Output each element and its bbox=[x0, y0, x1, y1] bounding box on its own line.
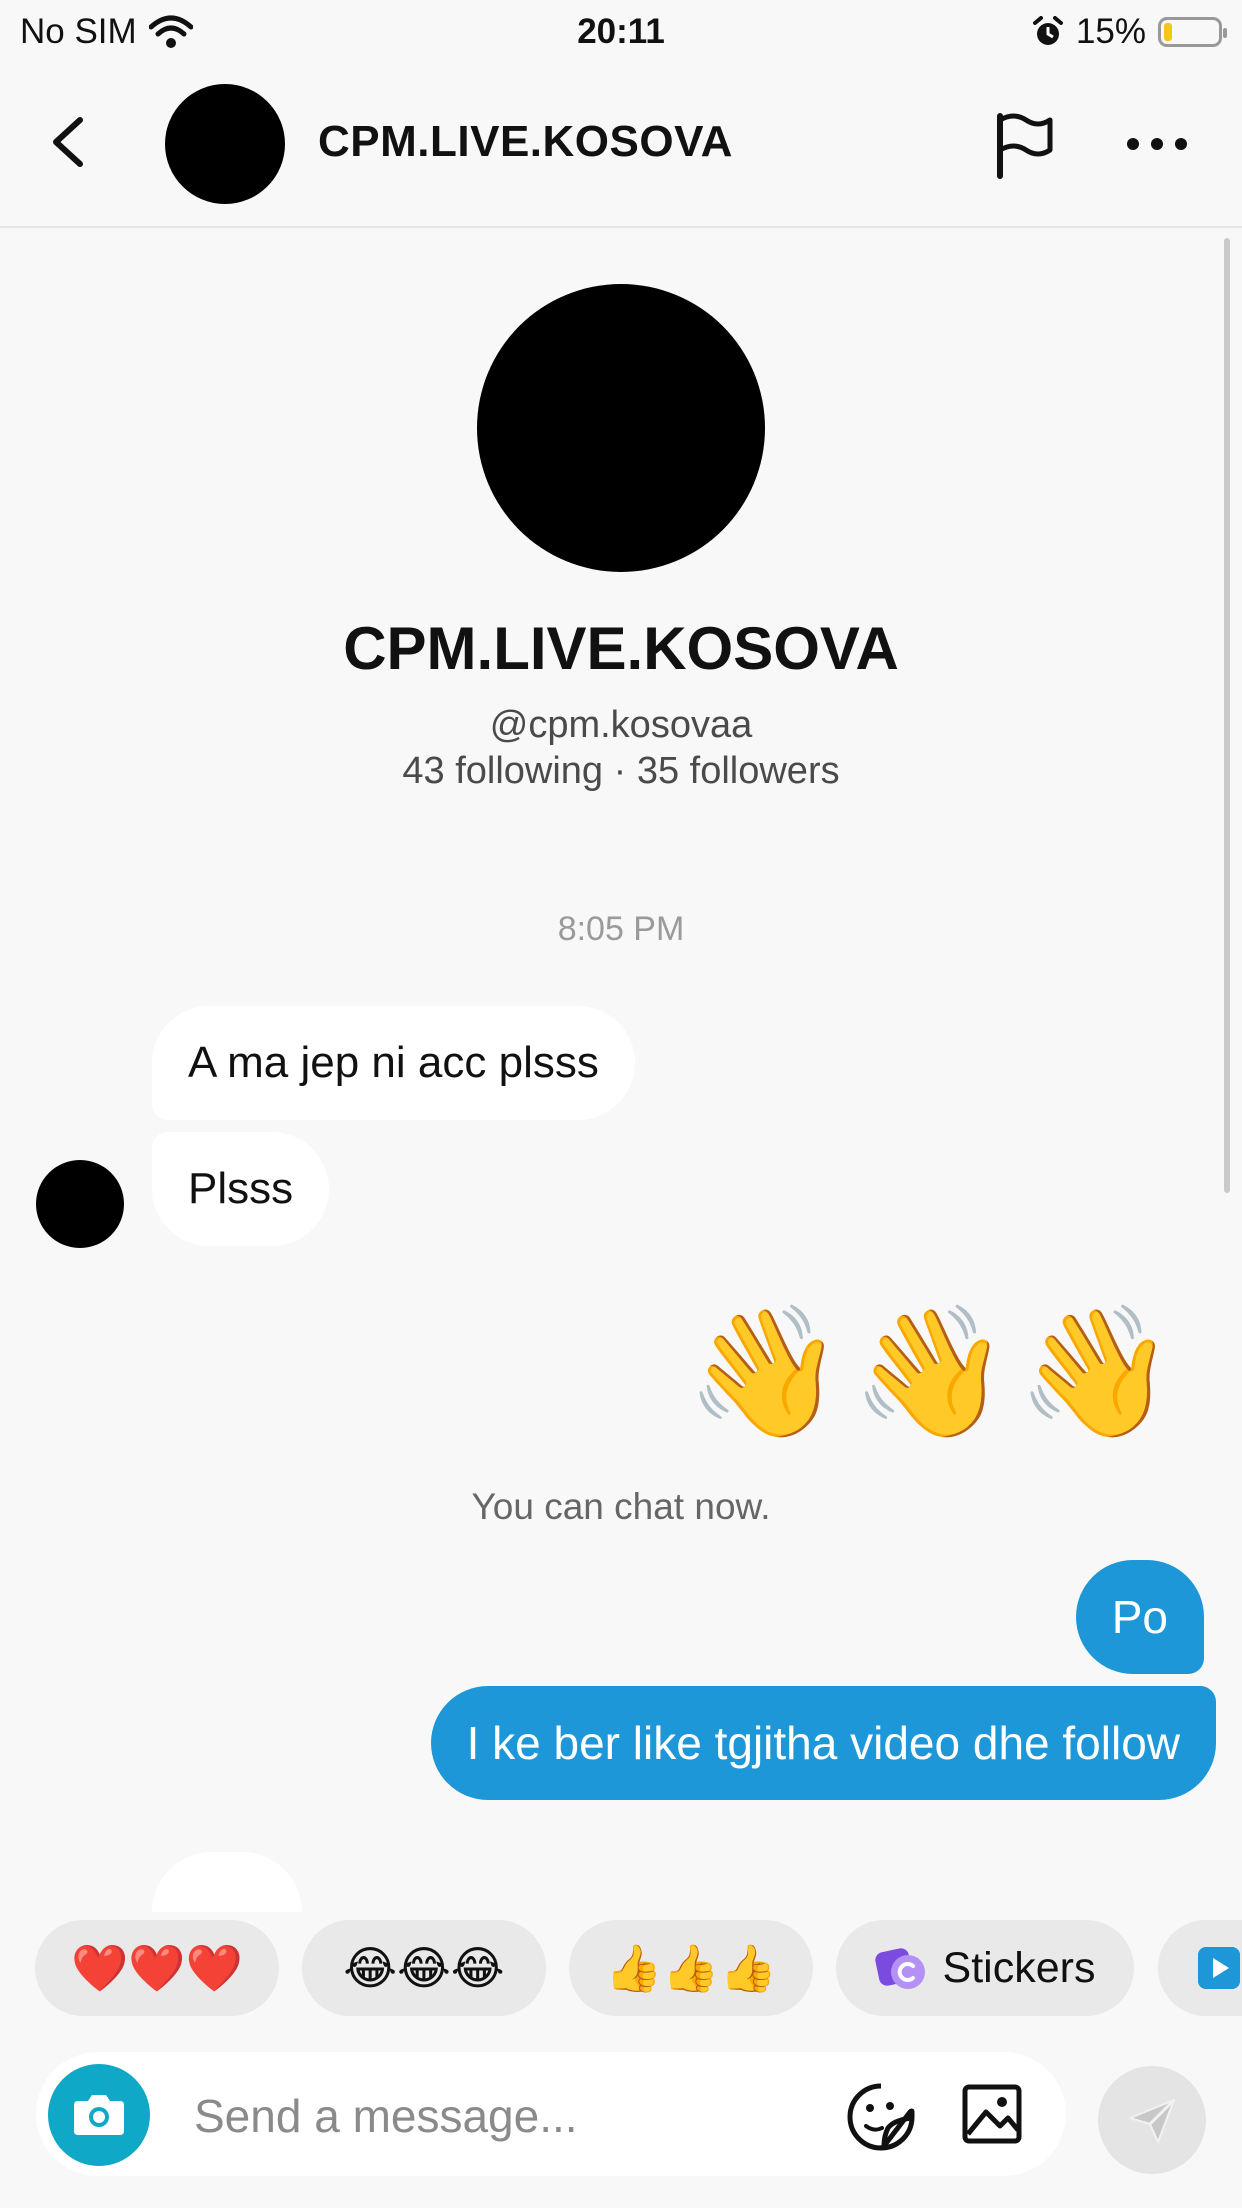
quick-reply-laugh[interactable]: 😂😂😂 bbox=[302, 1920, 546, 2016]
quick-reply-thumbs[interactable]: 👍👍👍 bbox=[569, 1920, 813, 2016]
chat-header: CPM.LIVE.KOSOVA bbox=[0, 62, 1242, 228]
camera-icon bbox=[74, 2095, 124, 2135]
message-composer bbox=[36, 2052, 1066, 2176]
sender-avatar[interactable] bbox=[36, 1160, 124, 1248]
outgoing-message[interactable]: I ke ber like tgjitha video dhe follow bbox=[430, 1686, 1216, 1800]
sticker-icon[interactable] bbox=[846, 2082, 916, 2152]
header-title[interactable]: CPM.LIVE.KOSOVA bbox=[318, 117, 733, 167]
status-right: 15% bbox=[1032, 12, 1227, 52]
back-icon[interactable] bbox=[40, 112, 96, 172]
alarm-icon bbox=[1032, 16, 1063, 45]
battery-icon bbox=[1158, 17, 1227, 47]
message-input[interactable] bbox=[194, 2086, 834, 2146]
profile-avatar[interactable] bbox=[477, 284, 765, 572]
incoming-message[interactable]: Plsss bbox=[152, 1132, 330, 1246]
profile-handle: @cpm.kosovaa bbox=[489, 704, 753, 746]
stickers-icon bbox=[874, 1948, 925, 1989]
send-button[interactable] bbox=[1098, 2066, 1206, 2174]
stickers-button[interactable]: Stickers bbox=[836, 1920, 1134, 2016]
flag-icon[interactable] bbox=[990, 110, 1056, 180]
send-icon bbox=[1129, 2098, 1176, 2143]
status-bar: No SIM 20:11 15% bbox=[0, 0, 1242, 62]
quick-reply-hearts[interactable]: ❤️❤️❤️ bbox=[35, 1920, 279, 2016]
incoming-message[interactable]: A ma jep ni acc plsss bbox=[152, 1006, 635, 1120]
play-icon bbox=[1198, 1947, 1240, 1989]
more-icon[interactable] bbox=[1124, 132, 1190, 156]
stickers-label: Stickers bbox=[942, 1943, 1096, 1992]
incoming-message-partial bbox=[152, 1852, 302, 1912]
quick-reply-video[interactable] bbox=[1158, 1920, 1242, 2016]
profile-name: CPM.LIVE.KOSOVA bbox=[343, 615, 899, 682]
wave-emoji-message[interactable]: 👋👋👋 bbox=[686, 1298, 1182, 1448]
message-timestamp: 8:05 PM bbox=[557, 910, 685, 948]
quick-replies: ❤️❤️❤️ 😂😂😂 👍👍👍 Stickers bbox=[0, 1920, 1242, 2016]
image-icon[interactable] bbox=[960, 2082, 1024, 2146]
camera-button[interactable] bbox=[48, 2064, 150, 2166]
outgoing-message[interactable]: Po bbox=[1075, 1560, 1204, 1674]
battery-level bbox=[1164, 23, 1172, 41]
system-note: You can chat now. bbox=[471, 1486, 771, 1527]
battery-percent: 15% bbox=[1075, 12, 1146, 51]
header-avatar[interactable] bbox=[165, 84, 285, 204]
profile-stats: 43 following · 35 followers bbox=[402, 750, 840, 792]
